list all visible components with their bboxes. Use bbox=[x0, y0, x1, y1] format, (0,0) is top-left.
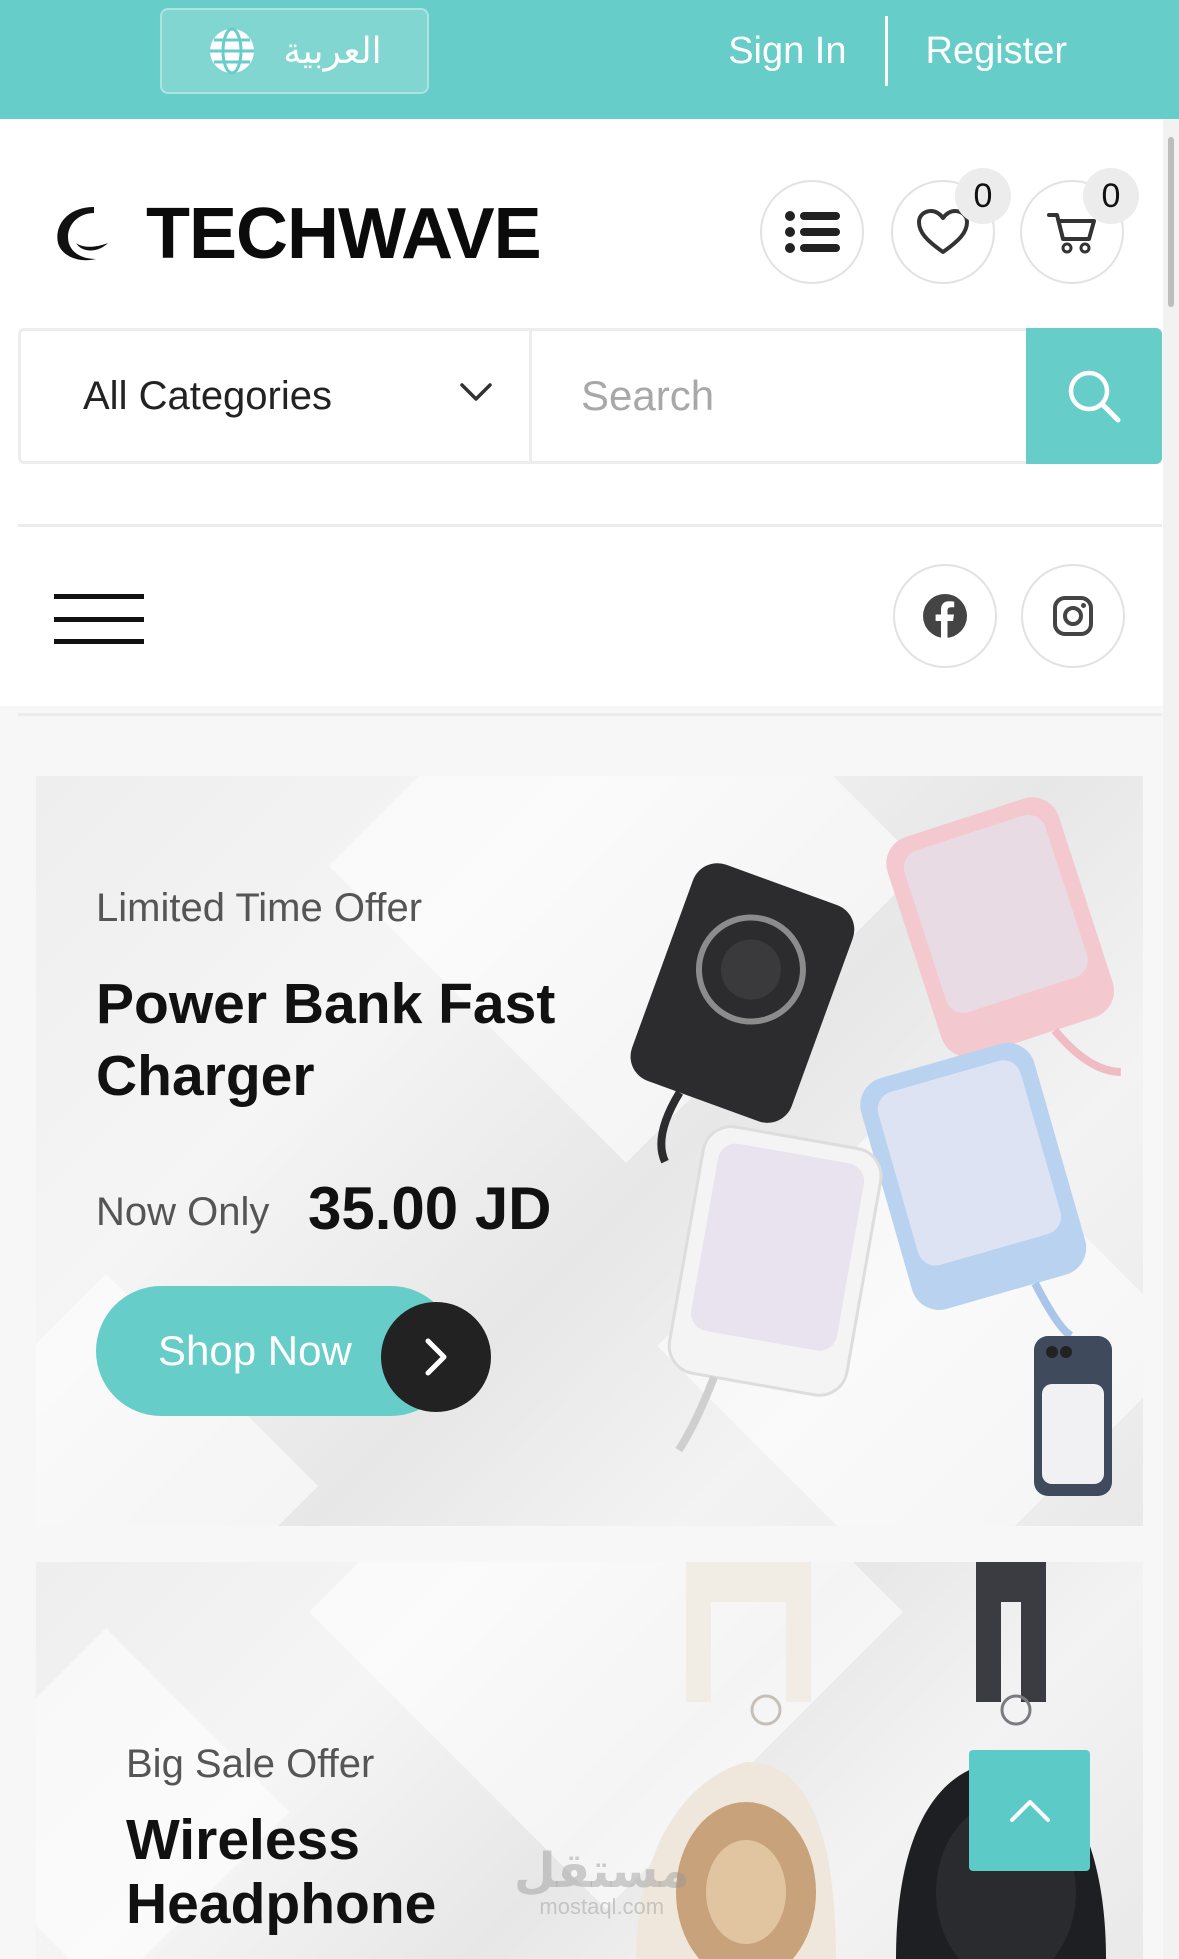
search-input[interactable] bbox=[535, 331, 1029, 461]
instagram-icon bbox=[1053, 596, 1093, 636]
hero-banner-power-bank[interactable]: Limited Time Offer Power Bank Fast Charg… bbox=[36, 776, 1143, 1526]
cart-icon bbox=[1047, 213, 1096, 254]
search-button[interactable] bbox=[1026, 328, 1162, 464]
chevron-up-icon bbox=[1009, 1799, 1050, 1822]
wave-logo-icon bbox=[57, 207, 108, 261]
category-select[interactable]: All Categories bbox=[21, 331, 532, 461]
banner-title-line: Charger bbox=[96, 1044, 315, 1108]
language-label: العربية bbox=[283, 30, 382, 71]
register-link[interactable]: Register bbox=[926, 30, 1068, 73]
banner-title-line: Headphone bbox=[126, 1872, 437, 1936]
instagram-link[interactable] bbox=[1021, 564, 1125, 668]
category-selected-label: All Categories bbox=[83, 373, 333, 418]
nav-bottom-border bbox=[18, 713, 1162, 716]
banner-title: Wireless Headphone bbox=[126, 1808, 436, 1936]
hamburger-line bbox=[54, 639, 144, 644]
menu-toggle-button[interactable] bbox=[54, 594, 144, 644]
wishlist-count-badge: 0 bbox=[955, 168, 1011, 224]
power-bank-product-image bbox=[630, 797, 1122, 1496]
chevron-right-icon bbox=[425, 1338, 447, 1376]
sign-in-link[interactable]: Sign In bbox=[728, 30, 846, 73]
auth-links: Sign In Register bbox=[728, 16, 1067, 86]
list-icon bbox=[785, 211, 840, 253]
auth-separator bbox=[884, 16, 888, 86]
shop-now-arrow[interactable] bbox=[381, 1302, 491, 1412]
scroll-to-top-button[interactable] bbox=[969, 1750, 1090, 1871]
banner-title-line: Power Bank Fast bbox=[96, 972, 556, 1036]
scrollbar-thumb[interactable] bbox=[1168, 137, 1174, 307]
price-label: Now Only bbox=[96, 1190, 270, 1234]
banner-title: Power Bank Fast Charger bbox=[96, 968, 555, 1112]
banner-eyebrow: Limited Time Offer bbox=[96, 886, 423, 930]
top-bar: العربية Sign In Register bbox=[0, 0, 1179, 119]
facebook-icon bbox=[923, 594, 967, 639]
facebook-link[interactable] bbox=[893, 564, 997, 668]
cart-count-badge: 0 bbox=[1083, 168, 1139, 224]
search-icon bbox=[1068, 370, 1121, 423]
brand-name: TECHWAVE bbox=[146, 194, 542, 274]
language-switch-button[interactable]: العربية bbox=[160, 8, 429, 94]
category-list-button[interactable] bbox=[760, 180, 864, 284]
banner-eyebrow: Big Sale Offer bbox=[126, 1742, 375, 1786]
page-scrollbar[interactable] bbox=[1163, 119, 1179, 1959]
watermark-text: مستقل bbox=[514, 1845, 690, 1898]
hamburger-line bbox=[54, 616, 144, 622]
hamburger-line bbox=[54, 594, 144, 599]
brand-logo[interactable]: TECHWAVE bbox=[50, 194, 542, 274]
search-bar: All Categories bbox=[18, 328, 1162, 464]
globe-icon bbox=[210, 27, 255, 75]
shop-now-label: Shop Now bbox=[158, 1327, 352, 1374]
chevron-down-icon bbox=[460, 383, 492, 401]
watermark: مستقل mostaql.com bbox=[514, 1848, 690, 1918]
price-value: 35.00 JD bbox=[308, 1175, 552, 1242]
watermark-domain: mostaql.com bbox=[539, 1894, 665, 1919]
banner-title-line: Wireless bbox=[126, 1808, 360, 1872]
header-divider bbox=[18, 524, 1162, 527]
